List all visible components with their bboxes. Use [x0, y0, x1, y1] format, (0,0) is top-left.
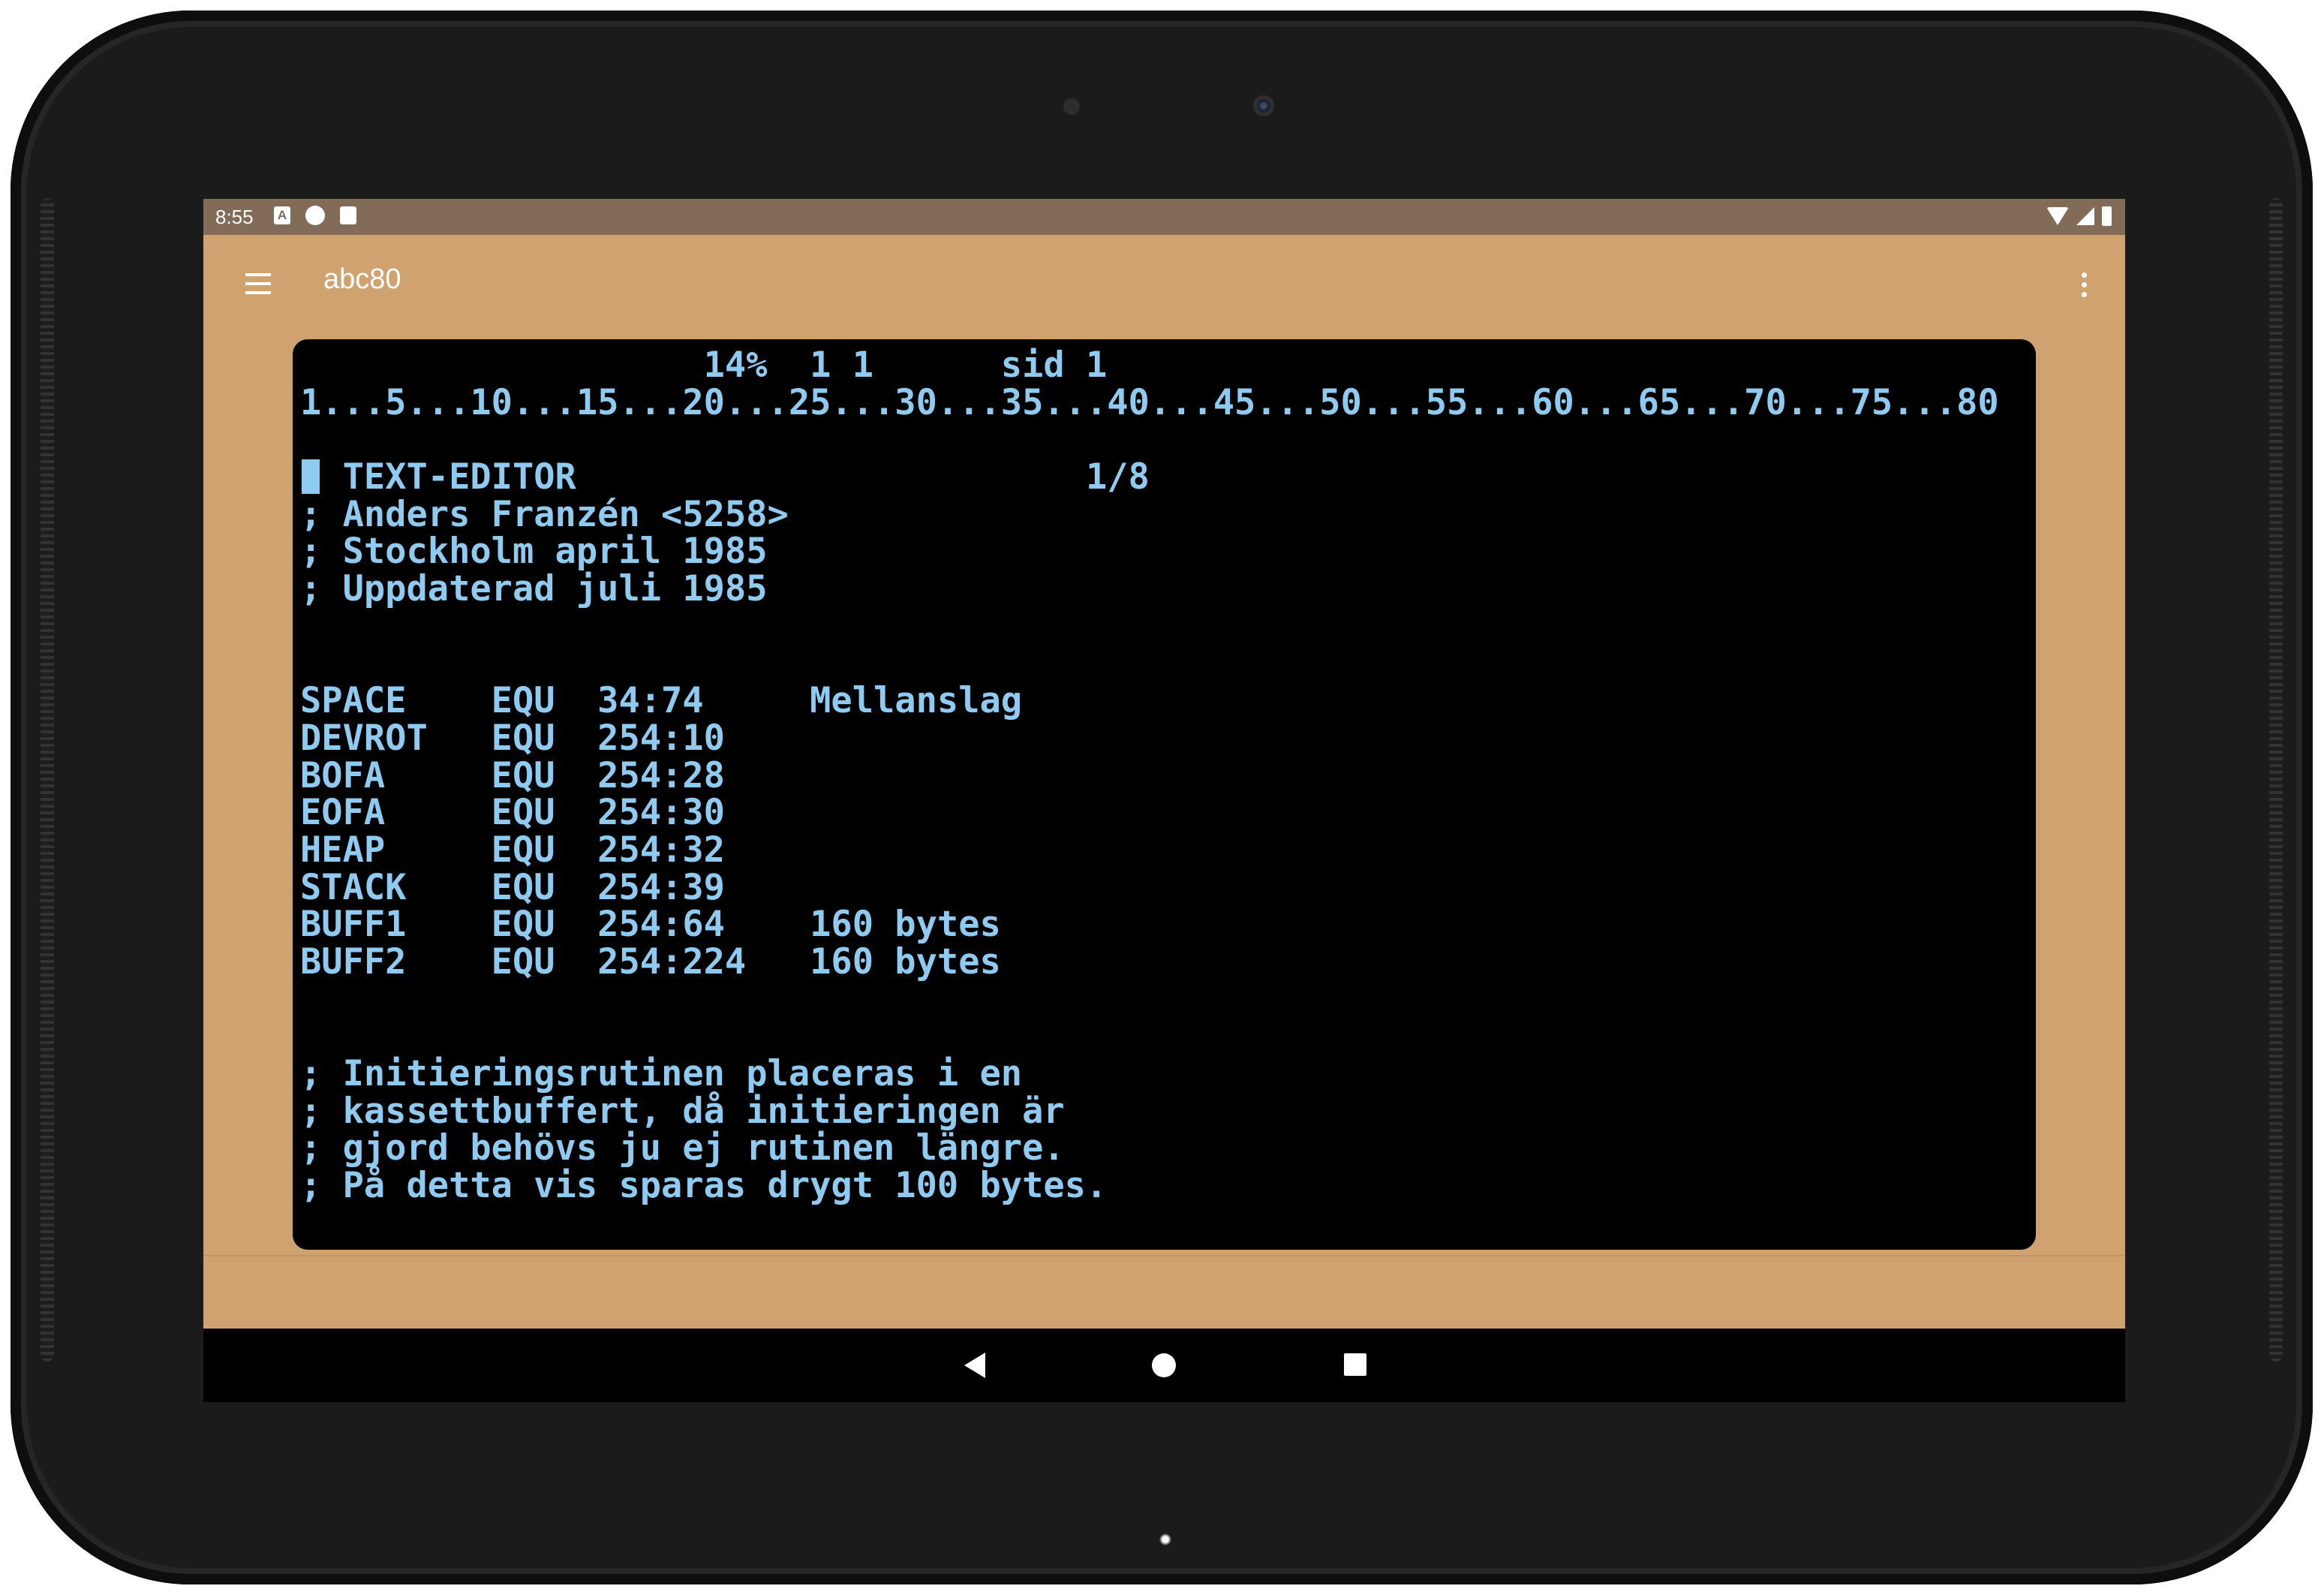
terminal-line: HEAP EQU 254:32 — [300, 829, 725, 871]
app-bar: abc80 — [203, 235, 2125, 334]
terminal-line: 1...5...10...15...20...25...30...35...40… — [300, 381, 1999, 423]
terminal-line: ; Anders Franzén <5258> — [300, 493, 789, 535]
terminal-line: DEVROT EQU 254:10 — [300, 717, 725, 759]
terminal-line: STACK EQU 254:39 — [300, 866, 725, 908]
notification-icon — [305, 206, 325, 225]
terminal-line: ; På detta vis sparas drygt 100 bytes. — [300, 1165, 1108, 1207]
more-vert-icon[interactable] — [2073, 265, 2095, 304]
battery-icon — [2102, 206, 2112, 226]
status-bar: 8:55 A — [203, 199, 2125, 235]
status-icons-left: A — [274, 206, 356, 225]
navigation-bar — [203, 1329, 2125, 1402]
a-icon: A — [274, 206, 290, 224]
terminal-line: ; Stockholm april 1985 — [300, 531, 768, 573]
terminal-line: ; kassettbuffert, då initieringen är — [300, 1090, 1065, 1132]
bottom-divider — [203, 1255, 2125, 1256]
status-time: 8:55 — [215, 206, 254, 228]
wifi-icon — [2046, 207, 2069, 225]
terminal-line: ; gjord behövs ju ej rutinen längre. — [300, 1127, 1065, 1169]
status-icons-right — [2046, 206, 2112, 226]
sd-card-icon — [340, 206, 356, 224]
terminal-display[interactable]: 14% 1 1 sid 1 1...5...10...15...20...25..… — [293, 339, 2036, 1250]
signal-icon — [2076, 207, 2094, 225]
terminal-line: SPACE EQU 34:74 Mellanslag — [300, 680, 1023, 722]
terminal-line: ; TEXT-EDITOR 1/8 — [300, 456, 1150, 498]
terminal-line: BOFA EQU 254:28 — [300, 754, 725, 796]
terminal-line: EOFA EQU 254:30 — [300, 792, 725, 834]
hamburger-menu-icon[interactable] — [241, 266, 275, 301]
home-circle-icon[interactable] — [1152, 1353, 1176, 1377]
light-sensor — [1063, 98, 1080, 115]
terminal-line: BUFF2 EQU 254:224 160 bytes — [300, 941, 1001, 983]
terminal-text: 14% 1 1 sid 1 1...5...10...15...20...25..… — [300, 347, 1999, 1205]
terminal-line: BUFF1 EQU 254:64 160 bytes — [300, 904, 1001, 946]
device-screen: 8:55 A abc80 14% 1 1 sid 1 1...5...10...… — [203, 199, 2125, 1402]
back-triangle-icon[interactable] — [964, 1353, 985, 1378]
terminal-line: ; Uppdaterad juli 1985 — [300, 568, 768, 610]
right-speaker-grille — [2269, 198, 2283, 1362]
recents-square-icon[interactable] — [1344, 1353, 1366, 1376]
app-title: abc80 — [323, 263, 401, 295]
front-camera-icon — [1253, 95, 1274, 116]
home-led-indicator — [1159, 1533, 1171, 1545]
left-speaker-grille — [41, 198, 54, 1362]
terminal-line: ; Initieringsrutinen placeras i en — [300, 1053, 1023, 1095]
terminal-line: 14% 1 1 sid 1 — [300, 345, 1108, 386]
